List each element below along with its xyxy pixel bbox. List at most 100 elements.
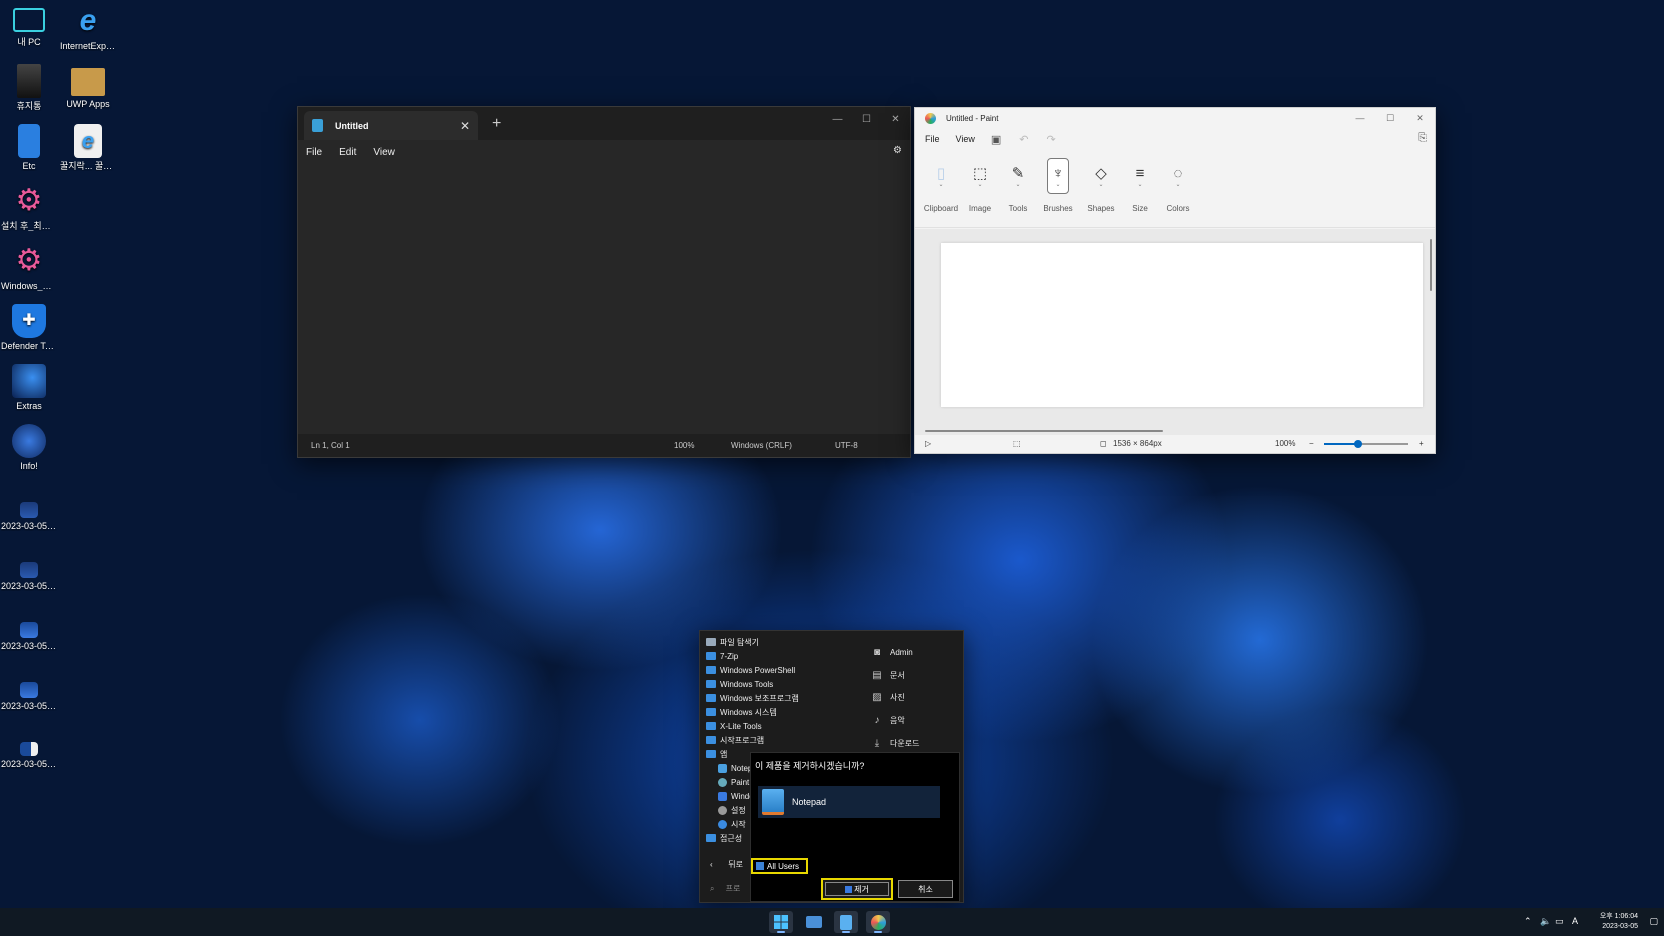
menu-view[interactable]: View	[956, 134, 975, 144]
list-item[interactable]: 7-Zip	[706, 649, 866, 663]
all-users-checkbox[interactable]: All Users	[751, 858, 808, 874]
dialog-question: 이 제품을 제거하시겠습니까?	[755, 761, 865, 771]
notepad-text-area[interactable]	[298, 164, 910, 434]
ribbon-image[interactable]: ⬚ ⌄ Image	[960, 158, 1000, 213]
gear-icon: ⚙	[15, 244, 43, 277]
zoom-percent: 100%	[1275, 439, 1296, 448]
notepad-tab[interactable]: Untitled ✕	[304, 111, 478, 140]
desktop-icon-extras[interactable]: Extras	[1, 360, 57, 411]
ribbon-brushes[interactable]: ♆ ⌄ Brushes	[1038, 158, 1078, 213]
notification-icon[interactable]: ▢	[1649, 916, 1658, 927]
desktop-icon-screenshot[interactable]: 2023-03-05_...	[1, 490, 57, 531]
close-tab-icon[interactable]: ✕	[460, 119, 470, 133]
internet-explorer-icon: e	[79, 4, 97, 37]
notepad-titlebar[interactable]: Untitled ✕ + — ☐ ✕	[298, 107, 910, 140]
brush-icon: ♆ ⌄	[1047, 158, 1069, 194]
taskbar-paint[interactable]	[866, 911, 890, 933]
volume-icon[interactable]: 🔈	[1540, 916, 1551, 927]
desktop-icon-ie-file[interactable]: e 꿀지락... 꿀지락...	[60, 120, 116, 171]
place-admin[interactable]: ◙ Admin	[872, 641, 962, 664]
close-button[interactable]: ✕	[1405, 108, 1435, 128]
desktop-icon-screenshot[interactable]: 2023-03-05_...	[1, 610, 57, 651]
list-item[interactable]: Windows Tools	[706, 677, 866, 691]
save-icon[interactable]: ▣	[991, 133, 1001, 146]
desktop-icon-windows-tool[interactable]: ⚙ Windows_정...	[1, 240, 57, 292]
cancel-button[interactable]: 취소	[898, 880, 953, 898]
desktop-icon-internet-explorer[interactable]: e InternetExplor...	[60, 0, 116, 52]
paint-icon	[870, 914, 886, 930]
ribbon-tools[interactable]: ✎ ⌄ Tools	[998, 158, 1038, 213]
menu-file[interactable]: File	[306, 147, 322, 158]
list-item[interactable]: 시작프로그램	[706, 733, 866, 747]
paint-canvas[interactable]	[941, 243, 1423, 407]
input-language[interactable]: A	[1572, 916, 1578, 926]
desktop-icon-recycle-bin[interactable]: 휴지통	[1, 60, 57, 111]
ribbon-colors[interactable]: ◌ ⌄ Colors	[1158, 158, 1198, 214]
desktop-icon-screenshot[interactable]: 2023-03-05_...	[1, 730, 57, 769]
notepad-menubar: File Edit View ⚙	[298, 140, 910, 164]
taskbar-notepad[interactable]	[834, 911, 858, 933]
settings-gear-icon[interactable]: ⚙	[893, 145, 902, 156]
list-item[interactable]: Windows 보조프로그램	[706, 691, 866, 705]
image-icon	[20, 502, 38, 518]
folder-icon	[806, 916, 822, 928]
desktop-icon-etc[interactable]: Etc	[1, 120, 57, 171]
ribbon-clipboard[interactable]: ▯ ⌄ Clipboard	[921, 158, 961, 213]
close-button[interactable]: ✕	[881, 107, 910, 131]
music-icon: ♪	[874, 714, 880, 726]
list-item[interactable]: Windows 시스템	[706, 705, 866, 719]
desktop-icon-screenshot[interactable]: 2023-03-05_...	[1, 670, 57, 711]
line-ending[interactable]: Windows (CRLF)	[731, 441, 792, 450]
minimize-button[interactable]: —	[823, 107, 852, 131]
menu-edit[interactable]: Edit	[339, 147, 356, 158]
list-item[interactable]: Windows PowerShell	[706, 663, 866, 677]
taskbar-file-explorer[interactable]	[802, 911, 826, 933]
redo-icon[interactable]: ↷	[1047, 133, 1056, 146]
vertical-scrollbar[interactable]	[1430, 239, 1432, 291]
desktop-icon-screenshot[interactable]: 2023-03-05_...	[1, 550, 57, 591]
minimize-button[interactable]: —	[1345, 108, 1375, 128]
start-search-input[interactable]: ⌕ 프로	[710, 883, 740, 894]
paint-app-icon	[925, 112, 936, 124]
remove-button[interactable]: 제거	[821, 878, 893, 900]
paint-titlebar[interactable]: Untitled - Paint — ☐ ✕	[915, 108, 1435, 128]
canvas-size-icon: ◻	[1100, 439, 1107, 448]
zoom-slider[interactable]	[1324, 440, 1408, 448]
zoom-level[interactable]: 100%	[674, 441, 694, 450]
network-icon[interactable]: ▭	[1555, 916, 1564, 927]
clipboard-icon: ▯ ⌄	[936, 165, 946, 188]
start-button[interactable]	[769, 911, 793, 933]
ribbon-size[interactable]: ≡ ⌄ Size	[1120, 158, 1160, 214]
place-music[interactable]: ♪ 음악	[872, 709, 962, 732]
user-icon: ◙	[873, 646, 881, 658]
list-item[interactable]: 파일 탐색기	[706, 635, 866, 649]
ribbon-shapes[interactable]: ◇ ⌄ Shapes	[1081, 158, 1121, 213]
list-item[interactable]: X-Lite Tools	[706, 719, 866, 733]
zoom-in-button[interactable]: +	[1419, 439, 1424, 448]
folder-icon	[706, 666, 716, 674]
desktop-icon-info[interactable]: Info!	[1, 420, 57, 471]
place-documents[interactable]: ▤ 문서	[872, 664, 962, 687]
encoding[interactable]: UTF-8	[835, 441, 858, 450]
share-icon[interactable]: ⎘	[1418, 132, 1427, 145]
menu-file[interactable]: File	[925, 134, 940, 144]
zoom-slider-thumb[interactable]	[1353, 440, 1362, 448]
desktop-icon-uwp-apps[interactable]: UWP Apps	[60, 60, 116, 109]
tools-icon: ✎ ⌄	[1011, 165, 1025, 188]
undo-icon[interactable]: ↶	[1019, 133, 1028, 146]
place-pictures[interactable]: ▨ 사진	[872, 686, 962, 709]
maximize-button[interactable]: ☐	[852, 107, 881, 131]
horizontal-scrollbar[interactable]	[925, 430, 1163, 432]
desktop-icon-optimize-cmd[interactable]: ⚙ 설치 후_최적화.cmd	[1, 180, 57, 232]
desktop-icon-defender-tools[interactable]: ✚ Defender Tools.exe	[1, 300, 57, 351]
paint-ribbon: ▯ ⌄ Clipboard ⬚ ⌄ Image ✎ ⌄ Tools ♆ ⌄ Brushe…	[915, 150, 1435, 228]
maximize-button[interactable]: ☐	[1375, 108, 1405, 128]
paint-icon	[718, 777, 727, 787]
menu-view[interactable]: View	[373, 147, 395, 158]
chevron-up-icon[interactable]: ⌃	[1524, 916, 1532, 927]
desktop-icon-this-pc[interactable]: 내 PC	[1, 0, 57, 47]
new-tab-button[interactable]: +	[492, 115, 501, 133]
back-button[interactable]: ‹ 뒤로	[710, 859, 743, 870]
zoom-out-button[interactable]: −	[1309, 439, 1314, 448]
clock[interactable]: 오후 1:06:04 2023-03-05	[1600, 912, 1638, 932]
